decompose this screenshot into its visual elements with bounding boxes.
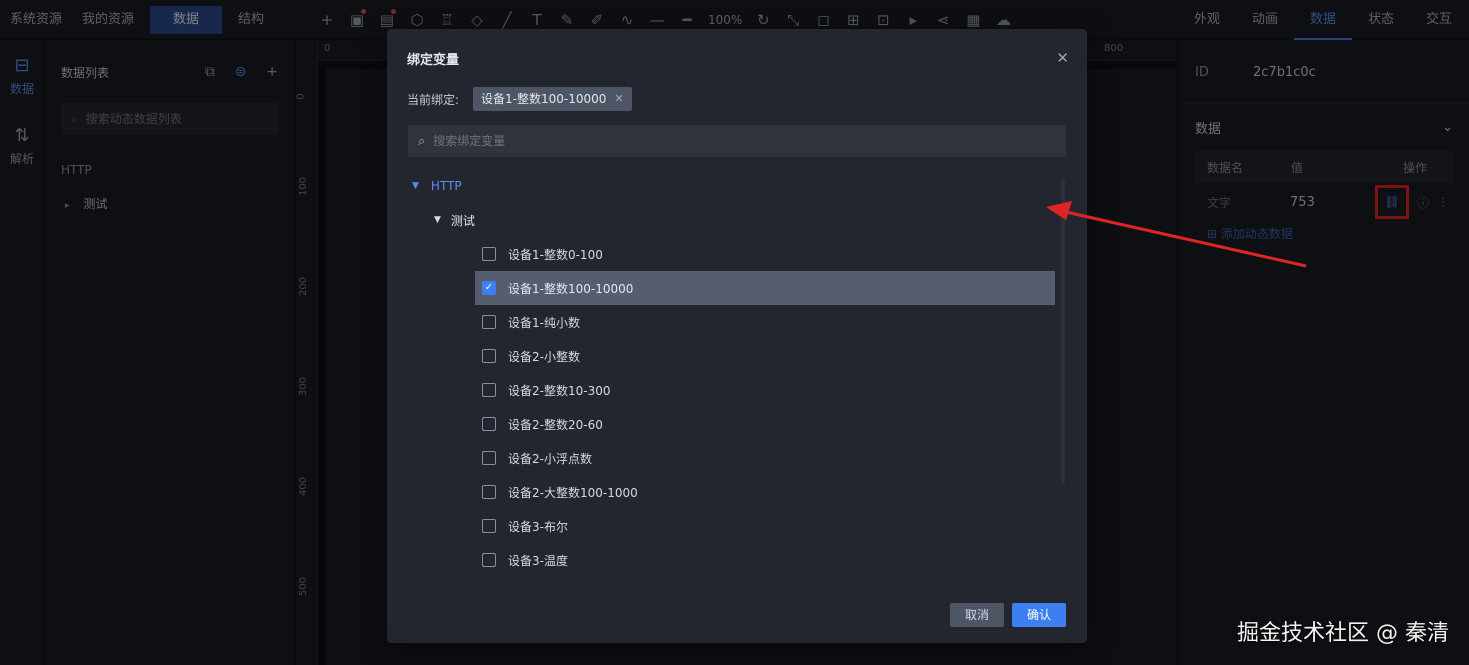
tree-node-label: HTTP <box>430 179 462 193</box>
leaf-label: 设备3-温度 <box>508 553 568 568</box>
tree-leaf[interactable]: 设备2-小浮点数 <box>475 441 1055 475</box>
variable-tree: ▼ HTTP ▼ 测试 设备1-整数0-100 ✓ 设备1-整数100-10000… <box>408 169 1058 589</box>
tree-node-test[interactable]: ▼ 测试 <box>408 203 1058 237</box>
current-binding: 当前绑定: 设备1-整数100-10000 ✕ <box>407 87 632 111</box>
leaf-label: 设备2-小浮点数 <box>508 451 592 466</box>
tree-leaf-selected[interactable]: ✓ 设备1-整数100-10000 <box>475 271 1055 305</box>
binding-tag-label: 设备1-整数100-10000 <box>481 92 607 106</box>
checkbox[interactable] <box>482 315 496 329</box>
leaf-label: 设备2-小整数 <box>508 349 580 364</box>
variable-search-input[interactable] <box>433 134 1056 148</box>
search-icon: ⌕ <box>418 133 426 149</box>
dialog-footer: 取消 确认 <box>949 603 1066 627</box>
checkbox[interactable] <box>482 417 496 431</box>
checkbox[interactable] <box>482 247 496 261</box>
checkbox[interactable] <box>482 349 496 363</box>
checkbox-checked[interactable]: ✓ <box>482 281 496 295</box>
tree-node-label: 测试 <box>450 213 475 228</box>
watermark: 掘金技术社区 @ 秦清 <box>1237 621 1449 646</box>
binding-tag: 设备1-整数100-10000 ✕ <box>473 87 632 111</box>
tree-scrollbar[interactable] <box>1061 179 1065 484</box>
leaf-label: 设备3-布尔 <box>508 519 568 534</box>
caret-down-icon: ▼ <box>434 215 441 225</box>
leaf-label: 设备2-整数20-60 <box>508 417 603 432</box>
leaf-label: 设备1-纯小数 <box>508 315 580 330</box>
checkbox[interactable] <box>482 553 496 567</box>
checkbox[interactable] <box>482 383 496 397</box>
tree-leaf[interactable]: 设备2-整数20-60 <box>475 407 1055 441</box>
dialog-title: 绑定变量 <box>407 53 460 68</box>
leaf-label: 设备2-整数10-300 <box>508 383 611 398</box>
tree-node-http[interactable]: ▼ HTTP <box>408 169 1058 203</box>
tree-leaf[interactable]: 设备1-整数0-100 <box>475 237 1055 271</box>
variable-search: ⌕ <box>408 125 1066 157</box>
leaf-label: 设备1-整数100-10000 <box>508 281 634 296</box>
checkbox[interactable] <box>482 451 496 465</box>
confirm-button[interactable]: 确认 <box>1011 603 1066 627</box>
tree-leaf[interactable]: 设备2-整数10-300 <box>475 373 1055 407</box>
bind-variable-dialog: 绑定变量 ✕ 当前绑定: 设备1-整数100-10000 ✕ ⌕ ▼ HTTP … <box>387 29 1087 643</box>
checkbox[interactable] <box>482 519 496 533</box>
close-icon[interactable]: ✕ <box>1056 49 1069 67</box>
caret-down-icon: ▼ <box>412 181 419 191</box>
tree-leaf[interactable]: 设备1-纯小数 <box>475 305 1055 339</box>
current-binding-label: 当前绑定: <box>407 92 460 107</box>
cancel-button[interactable]: 取消 <box>949 603 1004 627</box>
leaf-label: 设备2-大整数100-1000 <box>508 485 638 500</box>
checkbox[interactable] <box>482 485 496 499</box>
tree-leaf[interactable]: 设备2-大整数100-1000 <box>475 475 1055 509</box>
tree-leaf[interactable]: 设备2-小整数 <box>475 339 1055 373</box>
tree-leaf[interactable]: 设备3-布尔 <box>475 509 1055 543</box>
leaf-label: 设备1-整数0-100 <box>508 247 603 262</box>
tag-close-icon[interactable]: ✕ <box>614 87 623 111</box>
tree-leaf[interactable]: 设备3-温度 <box>475 543 1055 577</box>
